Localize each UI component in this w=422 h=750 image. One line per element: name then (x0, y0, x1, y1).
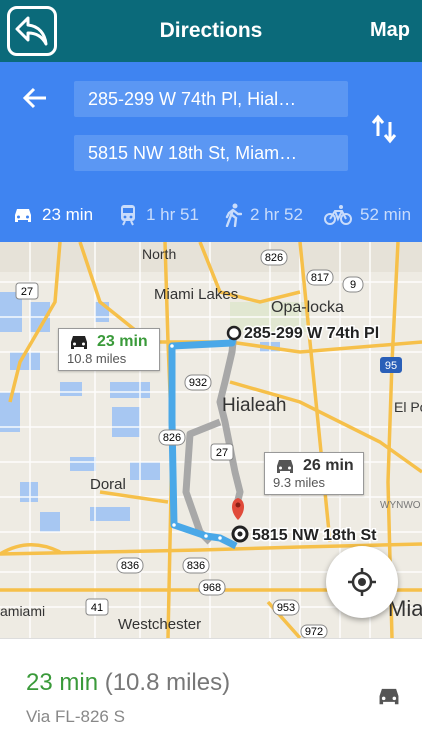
mode-transit[interactable]: 1 hr 51 (118, 204, 199, 226)
directions-panel: 285-299 W 74th Pl, Hial… 5815 NW 18th St… (0, 62, 422, 242)
summary-time: 23 min (26, 669, 99, 696)
place-opa-locka: Opa-locka (271, 299, 344, 316)
car-icon (15, 209, 31, 222)
place-hialeah: Hialeah (222, 395, 286, 416)
map-button[interactable]: Map (370, 19, 410, 42)
mode-time: 1 hr 51 (146, 205, 199, 224)
travel-mode-bar: 23 min 1 hr 51 2 hr 52 52 min (0, 200, 422, 230)
shield-836: 836 (121, 560, 139, 572)
place-north: North (142, 246, 176, 262)
swap-icon[interactable] (370, 114, 398, 144)
callout-time: 23 min (97, 333, 148, 350)
shield-817: 817 (311, 272, 329, 284)
place-doral: Doral (90, 476, 126, 493)
shield-826-b: 826 (163, 432, 181, 444)
alt-route-callout[interactable]: 26 min 9.3 miles (264, 452, 364, 495)
crosshair-icon (348, 568, 376, 596)
route-map[interactable]: 826 817 9 27 95 932 27 826 836 836 968 4… (0, 242, 422, 638)
place-tamiami: amiami (0, 603, 45, 619)
walk-icon (225, 203, 242, 227)
callout-time: 26 min (303, 457, 354, 474)
mode-time: 2 hr 52 (250, 205, 303, 224)
origin-input[interactable]: 285-299 W 74th Pl, Hial… (74, 81, 348, 117)
bike-icon (324, 205, 352, 225)
origin-label: 285-299 W 74th Pl (244, 325, 379, 342)
shield-953: 953 (277, 602, 295, 614)
destination-input[interactable]: 5815 NW 18th St, Miam… (74, 135, 348, 171)
route-summary[interactable]: 23 min (10.8 miles) Via FL-826 S (0, 638, 422, 750)
shield-932: 932 (189, 377, 207, 389)
mode-bike[interactable]: 52 min (324, 204, 411, 226)
car-icon (71, 336, 87, 349)
car-icon (379, 688, 399, 705)
my-location-button[interactable] (326, 546, 398, 618)
mode-time: 23 min (42, 205, 94, 224)
place-miami-lakes: Miami Lakes (154, 286, 238, 303)
back-arrow-icon[interactable] (22, 85, 48, 111)
shield-9: 9 (350, 279, 356, 291)
page-title: Directions (159, 19, 263, 42)
shield-27: 27 (21, 286, 33, 298)
callout-distance: 9.3 miles (273, 475, 326, 490)
primary-route-callout[interactable]: 23 min 10.8 miles (58, 328, 160, 371)
train-icon (121, 205, 135, 226)
mode-time: 52 min (360, 205, 412, 224)
summary-via: Via FL-826 S (26, 707, 125, 726)
alt-route[interactable] (182, 332, 244, 545)
place-el-po: El Po (394, 399, 422, 415)
place-wynwood: WYNWO (380, 500, 421, 511)
shield-972: 972 (305, 626, 323, 638)
mode-car[interactable]: 23 min (12, 205, 93, 225)
shield-826: 826 (265, 252, 283, 264)
summary-distance: (10.8 miles) (104, 669, 231, 696)
shield-968: 968 (203, 582, 221, 594)
summary-line: 23 min (10.8 miles) (26, 669, 230, 697)
shield-27-b: 27 (216, 447, 228, 459)
callout-distance: 10.8 miles (67, 351, 127, 366)
shield-41: 41 (91, 602, 103, 614)
shield-836-b: 836 (187, 560, 205, 572)
mode-walk[interactable]: 2 hr 52 (224, 203, 303, 227)
origin-marker[interactable] (226, 325, 242, 341)
destination-label: 5815 NW 18th St (252, 527, 377, 544)
top-bar: Directions Map (0, 0, 422, 62)
car-icon (277, 460, 293, 473)
place-westchester: Westchester (118, 616, 201, 633)
shield-95: 95 (385, 360, 397, 372)
destination-pin-icon (232, 498, 244, 520)
